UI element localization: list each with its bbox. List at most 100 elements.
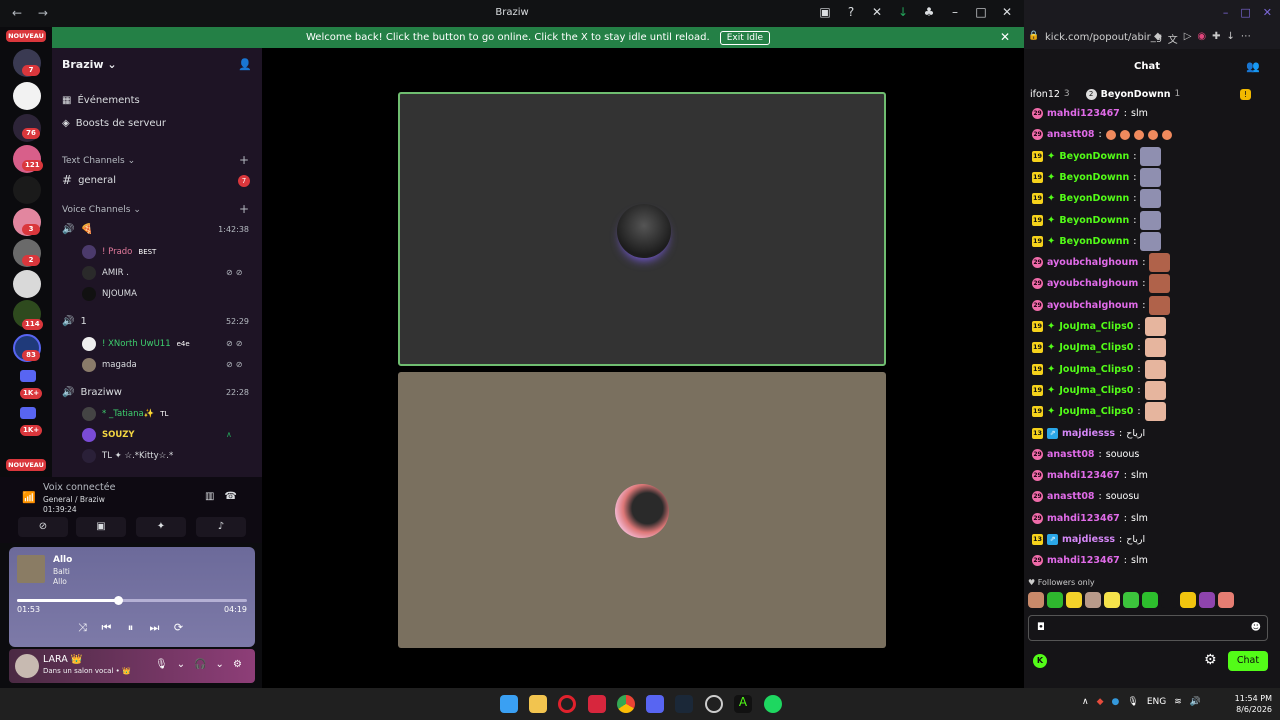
mic-icon[interactable]: 🎙 [155,659,168,670]
noise-icon[interactable]: ▥ [205,491,224,502]
menu-icon[interactable]: ⋯ [1241,31,1251,46]
chat-username[interactable]: ayoubchalghoum [1047,257,1138,268]
inbox-icon[interactable]: ▣ [818,5,832,19]
tools-icon[interactable]: ✕ [870,5,884,19]
chat-username[interactable]: BeyonDownn [1059,151,1129,162]
server-icon[interactable] [13,270,41,298]
chat-username[interactable]: ayoubchalghoum [1047,278,1138,289]
next-icon[interactable]: ⏭ [149,621,160,635]
emote[interactable] [1047,592,1063,608]
voice-member[interactable]: * _Tatiana✨ TL [82,406,168,422]
puzzle-icon[interactable]: ✚ [1212,31,1220,46]
add-channel-icon[interactable]: + [239,153,249,167]
chat-message[interactable]: 19 ✦ BeyonDownn: [1032,231,1162,252]
emote[interactable] [1142,592,1158,608]
voice-member[interactable]: SOUZY [82,427,135,443]
chat-username[interactable]: BeyonDownn [1059,172,1129,183]
emote[interactable] [1028,592,1044,608]
headphones-icon[interactable]: 🎧 [194,659,206,670]
progress-handle[interactable] [114,596,124,605]
channel-general[interactable]: # general [62,172,252,188]
opera-icon[interactable] [558,695,576,713]
soundboard-button[interactable]: ♪ [196,517,246,537]
send-icon[interactable]: ▷ [1184,31,1192,46]
chat-message[interactable]: 29 anastt08: souous [1032,444,1139,465]
previous-icon[interactable]: ⏮ [101,621,112,635]
emote[interactable] [1218,592,1234,608]
voice-member[interactable]: magada [82,357,137,373]
translate-icon[interactable]: 文 [1168,31,1178,46]
chat-username[interactable]: ayoubchalghoum [1047,300,1138,311]
clock[interactable]: 11:54 PM 8/6/2026 [1232,693,1272,715]
extension-icon[interactable]: ◉ [1197,31,1206,46]
events-item[interactable]: ▦ Événements [62,92,252,108]
voice-channel[interactable]: 🔊 Braziww [62,384,252,400]
chat-message[interactable]: 19 ✦ JouJma_Clips0: [1032,337,1166,358]
voice-channel[interactable]: 🔊 1 [62,313,252,329]
emote[interactable] [1180,592,1196,608]
chat-message[interactable]: 19 ✦ BeyonDownn: [1032,146,1162,167]
emote[interactable] [1104,592,1120,608]
chat-username[interactable]: mahdi123467 [1047,555,1120,566]
chat-input[interactable]: ◘ ☻ [1028,615,1268,641]
participant-tile[interactable] [398,92,886,366]
emote[interactable] [1123,592,1139,608]
chat-message[interactable]: 29 mahdi123467: slm [1032,550,1148,571]
chat-username[interactable]: JouJma_Clips0 [1059,342,1133,353]
folder-icon[interactable] [20,370,36,382]
participant-tile[interactable] [398,372,886,648]
emoji-icon[interactable]: ☻ [1251,622,1261,633]
chat-message[interactable]: 29 ayoubchalghoum: [1032,273,1171,294]
emote[interactable] [1085,592,1101,608]
chat-message[interactable]: 19 ✦ BeyonDownn: [1032,188,1162,209]
chat-send-button[interactable]: Chat [1228,651,1268,671]
chat-message[interactable]: 29 ayoubchalghoum: [1032,252,1171,273]
chat-username[interactable]: anastt08 [1047,449,1095,460]
chevron-down-icon[interactable]: ⌄ [177,659,185,670]
pause-icon[interactable]: ⏸ [125,621,136,635]
chat-message[interactable]: 19 ✦ JouJma_Clips0: [1032,359,1166,380]
emote[interactable] [1161,592,1177,608]
chat-username[interactable]: JouJma_Clips0 [1059,406,1133,417]
voice-member[interactable]: TL ✦ ☆.*Kitty☆.* [82,448,173,464]
disconnect-icon[interactable]: ☎ [224,491,246,502]
chat-username[interactable]: mahdi123467 [1047,513,1120,524]
chat-message[interactable]: 19 ✦ BeyonDownn: [1032,210,1162,231]
exit-idle-button[interactable]: Exit Idle [719,30,771,45]
app-icon[interactable] [705,695,723,713]
emote[interactable] [1066,592,1082,608]
settings-icon[interactable]: ⚙ [233,659,242,670]
chat-username[interactable]: BeyonDownn [1059,236,1129,247]
tray-app-icon[interactable]: ● [1112,697,1120,707]
close-icon[interactable]: ✕ [1000,5,1014,19]
chat-message[interactable]: 29 anastt08: [1032,124,1172,145]
camera-button[interactable]: ⊘ [18,517,68,537]
chat-username[interactable]: majdiesss [1062,534,1115,545]
users-icon[interactable]: 👥 [1246,60,1260,73]
server-icon[interactable] [13,82,41,110]
help-icon[interactable]: ? [844,5,858,19]
shuffle-icon[interactable]: ⤨ [77,621,88,635]
download-icon[interactable]: ↓ [1227,31,1235,46]
voice-member[interactable]: AMIR . [82,265,129,281]
text-category[interactable]: Text Channels ⌄ [62,156,135,166]
chat-message[interactable]: 13 ⇗ majdiesss: ارياح [1032,423,1145,444]
emote[interactable] [1199,592,1215,608]
chat-message[interactable]: 13 ⇗ majdiesss: ارياح [1032,529,1145,550]
chat-message[interactable]: 29 anastt08: souosu [1032,486,1139,507]
folder-icon[interactable] [20,407,36,419]
gifter-name[interactable]: BeyonDownn [1101,89,1171,100]
kick-app-icon[interactable]: A [734,695,752,713]
vivaldi-icon[interactable] [588,695,606,713]
tray-app-icon[interactable]: ◆ [1097,697,1104,707]
maximize-icon[interactable]: □ [1240,6,1250,19]
voice-channel-path[interactable]: General / Braziw [43,495,105,504]
chrome-icon[interactable] [617,695,635,713]
voice-member[interactable]: NJOUMA [82,286,137,302]
chat-username[interactable]: majdiesss [1062,428,1115,439]
chat-username[interactable]: mahdi123467 [1047,108,1120,119]
maximize-icon[interactable]: □ [974,5,988,19]
chevron-up-icon[interactable]: ∧ [1082,697,1089,707]
discord-icon[interactable] [646,695,664,713]
chat-message[interactable]: 19 ✦ JouJma_Clips0: [1032,316,1166,337]
